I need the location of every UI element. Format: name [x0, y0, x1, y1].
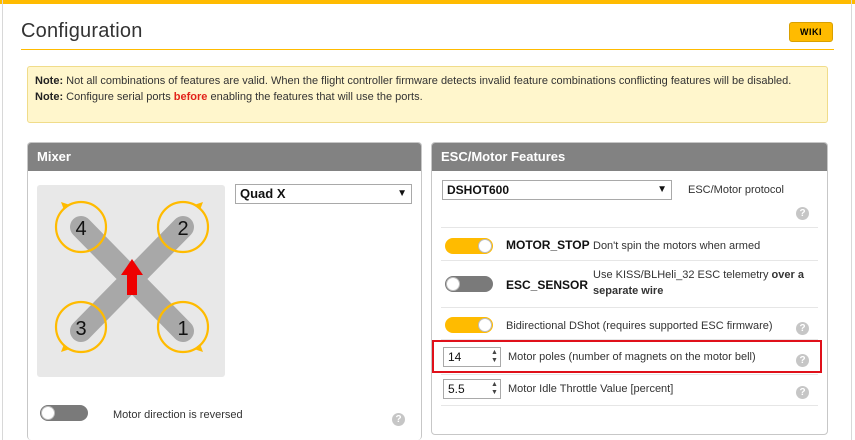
toggle-knob [478, 239, 492, 253]
dropdown-arrow-icon: ▼ [657, 184, 667, 195]
toggle-knob [478, 318, 492, 332]
toggle-knob [41, 406, 55, 420]
right-border [851, 0, 852, 440]
row-divider [441, 227, 818, 228]
esc-sensor-desc: Use KISS/BLHeli_32 ESC telemetry over a … [593, 269, 804, 297]
esc-protocol-select[interactable]: DSHOT600 ▼ [442, 180, 672, 200]
help-icon[interactable]: ? [796, 322, 809, 335]
esc-sensor-name: ESC_SENSOR [506, 278, 589, 292]
mixer-header: Mixer [28, 143, 421, 171]
left-border [2, 0, 3, 440]
note-line-2: Note: Configure serial ports before enab… [35, 91, 423, 103]
bidirectional-dshot-label: Bidirectional DShot (requires supported … [506, 320, 773, 332]
motor-label-1: 1 [177, 318, 188, 340]
esc-protocol-label: ESC/Motor protocol [688, 184, 784, 196]
stepper-up-icon: ▲ [491, 381, 498, 388]
bidirectional-dshot-toggle[interactable] [445, 317, 493, 333]
idle-throttle-value: 5.5 [448, 382, 465, 396]
quad-x-diagram: 4 2 3 1 [37, 185, 225, 377]
idle-throttle-input[interactable]: 5.5 ▲ ▼ [443, 379, 501, 399]
help-icon[interactable]: ? [392, 413, 405, 426]
motor-stop-desc: Don't spin the motors when armed [593, 240, 761, 252]
esc-header: ESC/Motor Features [432, 143, 827, 171]
help-icon[interactable]: ? [796, 207, 809, 220]
motor-poles-highlight-box [432, 340, 822, 373]
motor-direction-reversed-toggle[interactable] [40, 405, 88, 421]
stepper-down-icon: ▼ [491, 389, 498, 396]
dropdown-arrow-icon: ▼ [397, 188, 407, 199]
help-icon[interactable]: ? [796, 386, 809, 399]
page-title: Configuration [21, 20, 143, 42]
quad-diagram-svg: 4 2 3 1 [54, 200, 210, 354]
motor-stop-toggle[interactable] [445, 238, 493, 254]
motor-stop-name: MOTOR_STOP [506, 238, 590, 252]
motor-label-4: 4 [75, 218, 86, 240]
idle-throttle-stepper[interactable]: ▲ ▼ [490, 381, 499, 397]
row-divider [441, 260, 818, 261]
note-box: Note: Not all combinations of features a… [27, 66, 828, 123]
motor-direction-reversed-label: Motor direction is reversed [113, 409, 243, 421]
idle-throttle-label: Motor Idle Throttle Value [percent] [508, 383, 674, 395]
motor-label-2: 2 [177, 218, 188, 240]
row-divider [441, 374, 818, 375]
esc-sensor-toggle[interactable] [445, 276, 493, 292]
mixer-panel: Mixer 4 2 3 1 Quad X ▼ Motor direction i… [27, 142, 422, 440]
mixer-type-value: Quad X [240, 186, 286, 201]
note-line-1: Note: Not all combinations of features a… [35, 75, 792, 87]
title-divider [21, 49, 834, 50]
esc-motor-features-panel: ESC/Motor Features DSHOT600 ▼ ESC/Motor … [431, 142, 828, 435]
motor-label-3: 3 [75, 318, 86, 340]
top-accent-bar [0, 0, 855, 4]
mixer-type-select[interactable]: Quad X ▼ [235, 184, 412, 204]
row-divider [441, 307, 818, 308]
toggle-knob [446, 277, 460, 291]
row-divider [441, 405, 818, 406]
esc-protocol-value: DSHOT600 [447, 183, 510, 197]
wiki-button[interactable]: WIKI [789, 22, 833, 42]
